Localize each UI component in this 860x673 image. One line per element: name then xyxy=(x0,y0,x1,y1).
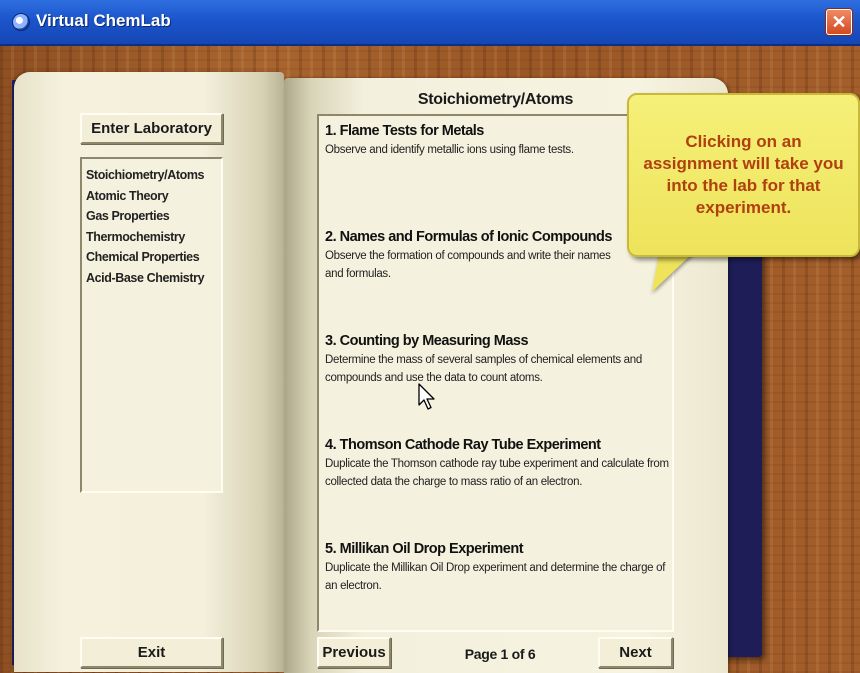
assignment-item-4[interactable]: 4. Thomson Cathode Ray Tube Experiment D… xyxy=(325,436,670,491)
exit-button[interactable]: Exit xyxy=(80,637,223,668)
assignment-item-3[interactable]: 3. Counting by Measuring Mass Determine … xyxy=(325,332,670,387)
assignment-title: 1. Flame Tests for Metals xyxy=(325,123,484,139)
assignment-item-5[interactable]: 5. Millikan Oil Drop Experiment Duplicat… xyxy=(325,540,670,595)
topic-gas-properties[interactable]: Gas Properties xyxy=(86,206,217,227)
topic-list: Stoichiometry/Atoms Atomic Theory Gas Pr… xyxy=(80,157,223,493)
title-bar: Virtual ChemLab ✕ xyxy=(0,0,860,46)
next-button[interactable]: Next xyxy=(598,637,673,668)
close-button[interactable]: ✕ xyxy=(826,9,852,35)
page-indicator: Page 1 of 6 xyxy=(464,646,536,662)
assignment-item-2[interactable]: 2. Names and Formulas of Ionic Compounds… xyxy=(325,228,615,283)
topic-acid-base-chemistry[interactable]: Acid-Base Chemistry xyxy=(86,268,217,289)
topic-stoichiometry-atoms[interactable]: Stoichiometry/Atoms xyxy=(86,165,217,186)
topic-thermochemistry[interactable]: Thermochemistry xyxy=(86,227,217,248)
mouse-cursor-icon xyxy=(418,383,435,410)
assignment-description: Duplicate the Thomson cathode ray tube e… xyxy=(325,458,669,488)
page-title: Stoichiometry/Atoms xyxy=(417,91,574,108)
enter-laboratory-button[interactable]: Enter Laboratory xyxy=(80,113,223,144)
assignment-description: Duplicate the Millikan Oil Drop experime… xyxy=(325,562,666,592)
assignment-description: Observe and identify metallic ions using… xyxy=(325,144,574,156)
app-icon xyxy=(12,13,30,31)
previous-button[interactable]: Previous xyxy=(317,637,391,668)
help-callout: Clicking on an assignment will take you … xyxy=(627,93,860,257)
assignment-item-1[interactable]: 1. Flame Tests for Metals Observe and id… xyxy=(325,122,670,159)
assignment-title: 2. Names and Formulas of Ionic Compounds xyxy=(325,229,612,245)
topic-atomic-theory[interactable]: Atomic Theory xyxy=(86,186,217,207)
assignment-description: Determine the mass of several samples of… xyxy=(325,354,642,384)
window-title: Virtual ChemLab xyxy=(36,11,171,30)
assignment-title: 4. Thomson Cathode Ray Tube Experiment xyxy=(325,437,601,453)
assignment-title: 5. Millikan Oil Drop Experiment xyxy=(325,541,524,557)
assignment-description: Observe the formation of compounds and w… xyxy=(325,250,611,280)
topic-chemical-properties[interactable]: Chemical Properties xyxy=(86,247,217,268)
assignment-title: 3. Counting by Measuring Mass xyxy=(325,333,529,349)
assignment-list: 1. Flame Tests for Metals Observe and id… xyxy=(317,114,674,632)
